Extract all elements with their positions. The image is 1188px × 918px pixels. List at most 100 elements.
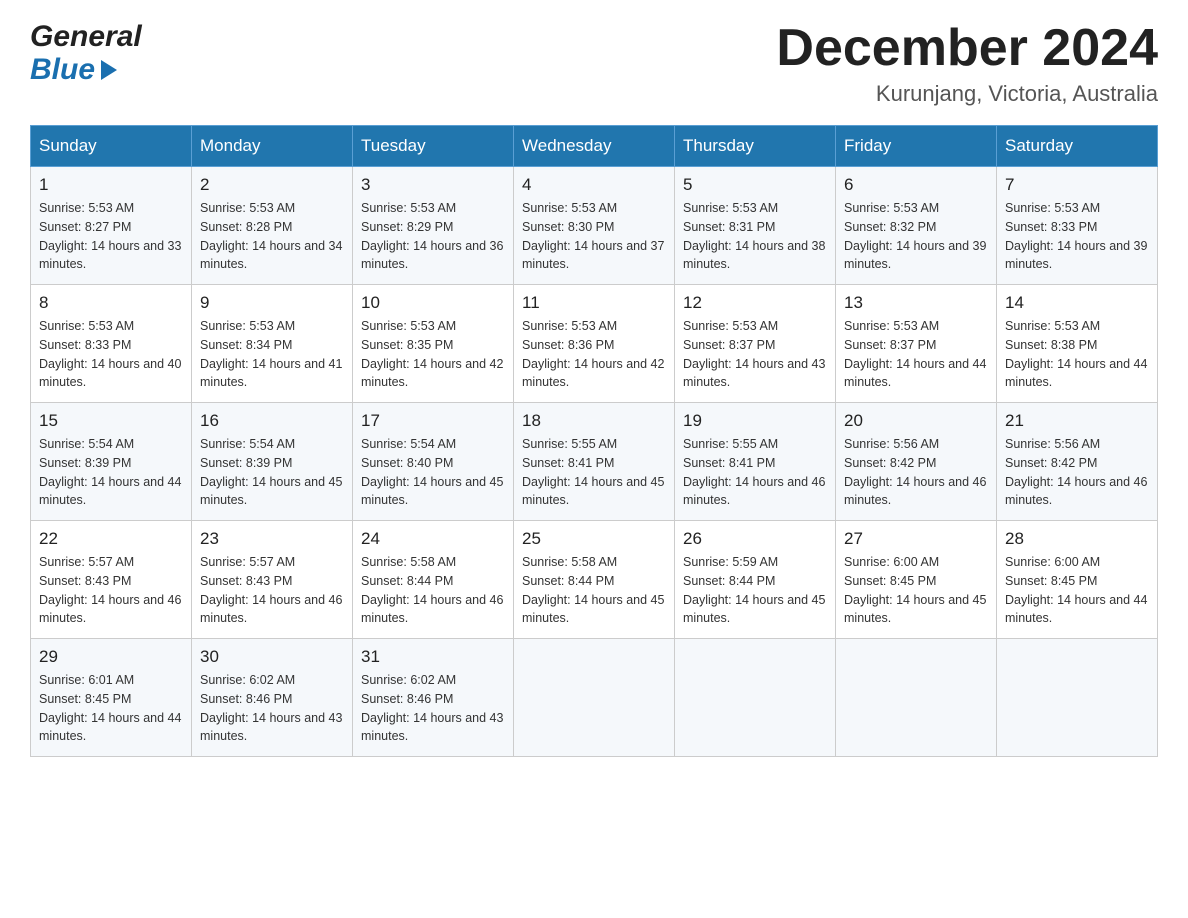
day-info: Sunrise: 5:53 AMSunset: 8:35 PMDaylight:…: [361, 317, 505, 392]
calendar-cell: 16 Sunrise: 5:54 AMSunset: 8:39 PMDayligh…: [192, 403, 353, 521]
logo-arrow-icon: [101, 60, 117, 80]
day-number: 30: [200, 647, 344, 667]
calendar-table: Sunday Monday Tuesday Wednesday Thursday…: [30, 125, 1158, 757]
day-number: 4: [522, 175, 666, 195]
day-info: Sunrise: 5:57 AMSunset: 8:43 PMDaylight:…: [200, 553, 344, 628]
day-number: 28: [1005, 529, 1149, 549]
calendar-cell: 6 Sunrise: 5:53 AMSunset: 8:32 PMDaylight…: [836, 167, 997, 285]
logo-general: General: [30, 20, 142, 53]
calendar-cell: 11 Sunrise: 5:53 AMSunset: 8:36 PMDayligh…: [514, 285, 675, 403]
day-number: 26: [683, 529, 827, 549]
day-info: Sunrise: 5:58 AMSunset: 8:44 PMDaylight:…: [361, 553, 505, 628]
day-number: 3: [361, 175, 505, 195]
calendar-week-row: 1Sunrise: 5:53 AMSunset: 8:27 PMDaylight…: [31, 167, 1158, 285]
calendar-cell: 14 Sunrise: 5:53 AMSunset: 8:38 PMDayligh…: [997, 285, 1158, 403]
col-saturday: Saturday: [997, 126, 1158, 167]
calendar-subtitle: Kurunjang, Victoria, Australia: [776, 81, 1158, 107]
day-info: Sunrise: 6:02 AMSunset: 8:46 PMDaylight:…: [200, 671, 344, 746]
day-info: Sunrise: 5:56 AMSunset: 8:42 PMDaylight:…: [1005, 435, 1149, 510]
day-info: Sunrise: 5:53 AMSunset: 8:36 PMDaylight:…: [522, 317, 666, 392]
day-number: 11: [522, 293, 666, 313]
day-info: Sunrise: 6:01 AMSunset: 8:45 PMDaylight:…: [39, 671, 183, 746]
day-info: Sunrise: 5:53 AMSunset: 8:32 PMDaylight:…: [844, 199, 988, 274]
day-number: 15: [39, 411, 183, 431]
day-info: Sunrise: 5:56 AMSunset: 8:42 PMDaylight:…: [844, 435, 988, 510]
calendar-cell: 7Sunrise: 5:53 AMSunset: 8:33 PMDaylight…: [997, 167, 1158, 285]
calendar-cell: 3 Sunrise: 5:53 AMSunset: 8:29 PMDaylight…: [353, 167, 514, 285]
day-number: 12: [683, 293, 827, 313]
col-thursday: Thursday: [675, 126, 836, 167]
day-number: 24: [361, 529, 505, 549]
col-wednesday: Wednesday: [514, 126, 675, 167]
header-row: Sunday Monday Tuesday Wednesday Thursday…: [31, 126, 1158, 167]
calendar-week-row: 8 Sunrise: 5:53 AMSunset: 8:33 PMDaylight…: [31, 285, 1158, 403]
day-info: Sunrise: 5:53 AMSunset: 8:28 PMDaylight:…: [200, 199, 344, 274]
page-header: General Blue December 2024 Kurunjang, Vi…: [30, 20, 1158, 107]
day-info: Sunrise: 5:53 AMSunset: 8:33 PMDaylight:…: [1005, 199, 1149, 274]
calendar-cell: 13Sunrise: 5:53 AMSunset: 8:37 PMDayligh…: [836, 285, 997, 403]
calendar-cell: 27 Sunrise: 6:00 AMSunset: 8:45 PMDayligh…: [836, 521, 997, 639]
day-info: Sunrise: 6:00 AMSunset: 8:45 PMDaylight:…: [844, 553, 988, 628]
day-number: 23: [200, 529, 344, 549]
day-number: 10: [361, 293, 505, 313]
calendar-cell: 23 Sunrise: 5:57 AMSunset: 8:43 PMDayligh…: [192, 521, 353, 639]
day-number: 5: [683, 175, 827, 195]
calendar-cell: 18Sunrise: 5:55 AMSunset: 8:41 PMDayligh…: [514, 403, 675, 521]
day-number: 31: [361, 647, 505, 667]
calendar-cell: 8 Sunrise: 5:53 AMSunset: 8:33 PMDaylight…: [31, 285, 192, 403]
day-number: 17: [361, 411, 505, 431]
day-info: Sunrise: 5:55 AMSunset: 8:41 PMDaylight:…: [683, 435, 827, 510]
logo: General Blue: [30, 20, 142, 86]
day-number: 1: [39, 175, 183, 195]
day-info: Sunrise: 5:53 AMSunset: 8:33 PMDaylight:…: [39, 317, 183, 392]
day-info: Sunrise: 6:00 AMSunset: 8:45 PMDaylight:…: [1005, 553, 1149, 628]
calendar-cell: 26 Sunrise: 5:59 AMSunset: 8:44 PMDayligh…: [675, 521, 836, 639]
day-info: Sunrise: 5:53 AMSunset: 8:29 PMDaylight:…: [361, 199, 505, 274]
calendar-cell: 25 Sunrise: 5:58 AMSunset: 8:44 PMDayligh…: [514, 521, 675, 639]
day-info: Sunrise: 5:53 AMSunset: 8:38 PMDaylight:…: [1005, 317, 1149, 392]
day-info: Sunrise: 5:59 AMSunset: 8:44 PMDaylight:…: [683, 553, 827, 628]
day-number: 8: [39, 293, 183, 313]
calendar-cell: 12 Sunrise: 5:53 AMSunset: 8:37 PMDayligh…: [675, 285, 836, 403]
day-number: 16: [200, 411, 344, 431]
calendar-cell: 24 Sunrise: 5:58 AMSunset: 8:44 PMDayligh…: [353, 521, 514, 639]
day-info: Sunrise: 5:54 AMSunset: 8:40 PMDaylight:…: [361, 435, 505, 510]
calendar-cell: 31 Sunrise: 6:02 AMSunset: 8:46 PMDayligh…: [353, 639, 514, 757]
calendar-title: December 2024: [776, 20, 1158, 77]
day-info: Sunrise: 5:53 AMSunset: 8:34 PMDaylight:…: [200, 317, 344, 392]
calendar-cell: [675, 639, 836, 757]
col-tuesday: Tuesday: [353, 126, 514, 167]
day-number: 19: [683, 411, 827, 431]
day-info: Sunrise: 5:53 AMSunset: 8:31 PMDaylight:…: [683, 199, 827, 274]
day-info: Sunrise: 5:57 AMSunset: 8:43 PMDaylight:…: [39, 553, 183, 628]
col-friday: Friday: [836, 126, 997, 167]
day-number: 18: [522, 411, 666, 431]
day-number: 14: [1005, 293, 1149, 313]
calendar-cell: [997, 639, 1158, 757]
day-number: 20: [844, 411, 988, 431]
day-number: 6: [844, 175, 988, 195]
day-info: Sunrise: 5:53 AMSunset: 8:30 PMDaylight:…: [522, 199, 666, 274]
day-number: 27: [844, 529, 988, 549]
calendar-cell: 2Sunrise: 5:53 AMSunset: 8:28 PMDaylight…: [192, 167, 353, 285]
col-sunday: Sunday: [31, 126, 192, 167]
calendar-cell: 19 Sunrise: 5:55 AMSunset: 8:41 PMDayligh…: [675, 403, 836, 521]
day-info: Sunrise: 5:54 AMSunset: 8:39 PMDaylight:…: [200, 435, 344, 510]
calendar-week-row: 29 Sunrise: 6:01 AMSunset: 8:45 PMDayligh…: [31, 639, 1158, 757]
day-info: Sunrise: 5:58 AMSunset: 8:44 PMDaylight:…: [522, 553, 666, 628]
calendar-cell: 10 Sunrise: 5:53 AMSunset: 8:35 PMDayligh…: [353, 285, 514, 403]
calendar-cell: 1Sunrise: 5:53 AMSunset: 8:27 PMDaylight…: [31, 167, 192, 285]
calendar-cell: 5 Sunrise: 5:53 AMSunset: 8:31 PMDaylight…: [675, 167, 836, 285]
day-info: Sunrise: 5:53 AMSunset: 8:37 PMDaylight:…: [683, 317, 827, 392]
day-number: 22: [39, 529, 183, 549]
calendar-cell: 29 Sunrise: 6:01 AMSunset: 8:45 PMDayligh…: [31, 639, 192, 757]
day-info: Sunrise: 6:02 AMSunset: 8:46 PMDaylight:…: [361, 671, 505, 746]
calendar-cell: [836, 639, 997, 757]
day-number: 25: [522, 529, 666, 549]
calendar-week-row: 22 Sunrise: 5:57 AMSunset: 8:43 PMDayligh…: [31, 521, 1158, 639]
calendar-cell: 21Sunrise: 5:56 AMSunset: 8:42 PMDayligh…: [997, 403, 1158, 521]
calendar-cell: 28 Sunrise: 6:00 AMSunset: 8:45 PMDayligh…: [997, 521, 1158, 639]
day-number: 29: [39, 647, 183, 667]
day-info: Sunrise: 5:54 AMSunset: 8:39 PMDaylight:…: [39, 435, 183, 510]
calendar-week-row: 15 Sunrise: 5:54 AMSunset: 8:39 PMDayligh…: [31, 403, 1158, 521]
